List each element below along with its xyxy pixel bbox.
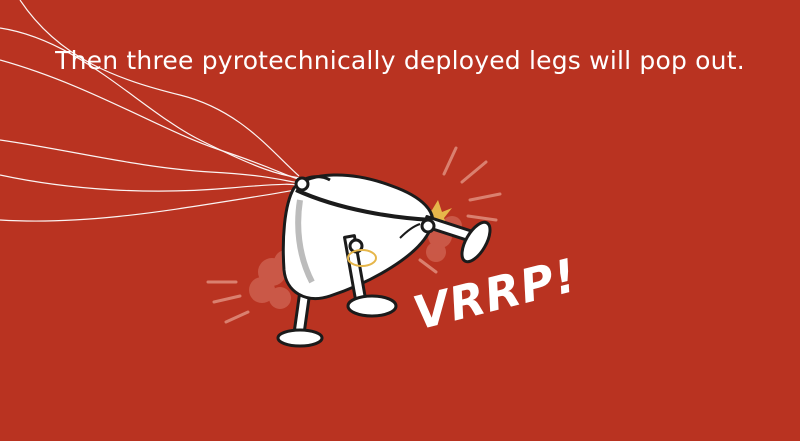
lander-illustration <box>0 0 502 348</box>
parachute-lines-icon <box>0 0 305 222</box>
comic-panel: Then three pyrotechnically deployed legs… <box>0 0 800 441</box>
